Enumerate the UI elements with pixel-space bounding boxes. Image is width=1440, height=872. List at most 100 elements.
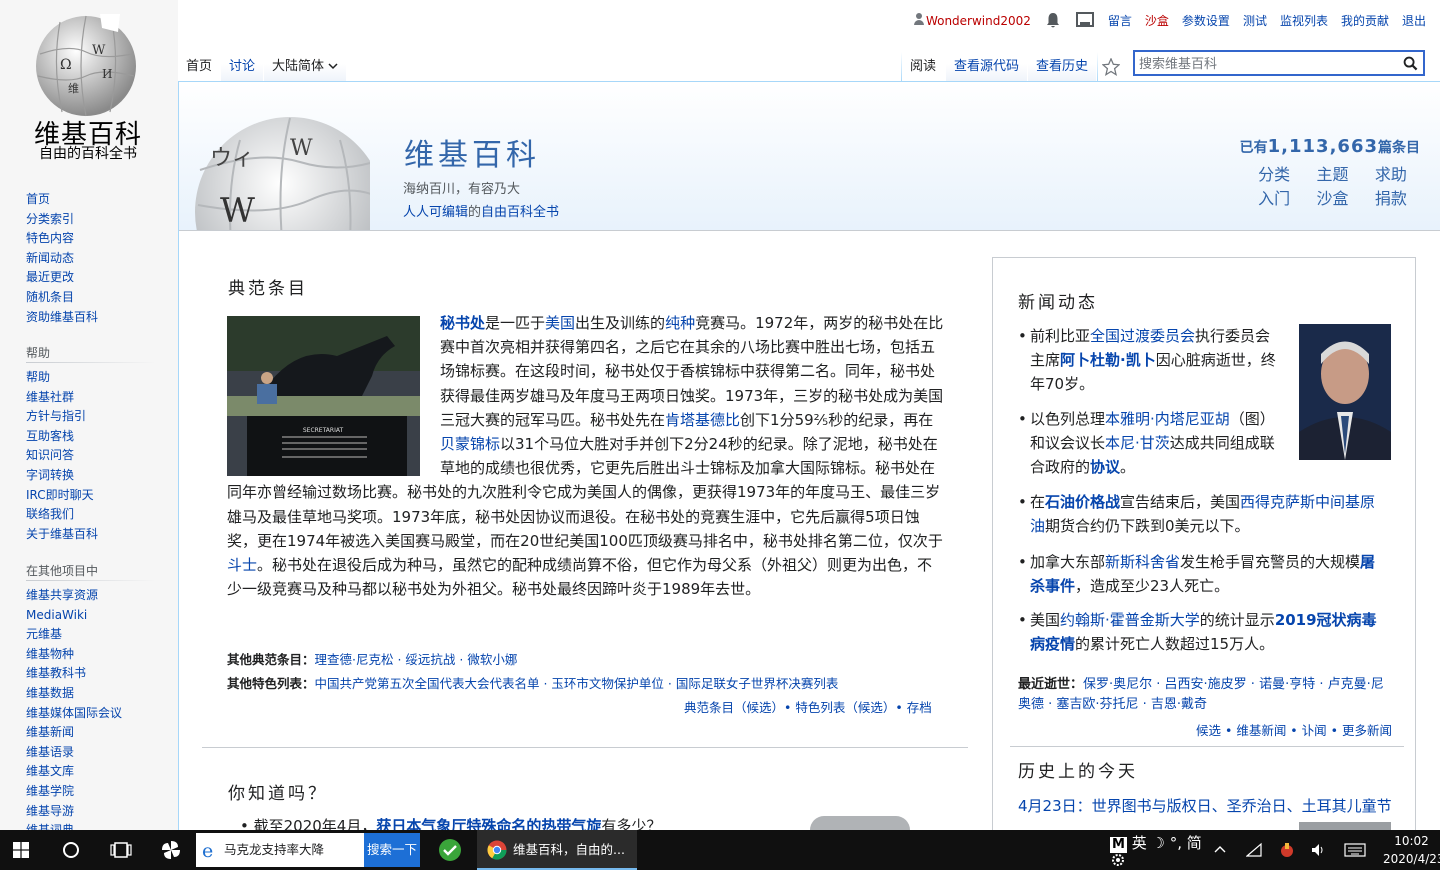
- sidebar-item[interactable]: 最近更改: [26, 268, 98, 288]
- security-tray-icon[interactable]: [1279, 841, 1295, 859]
- system-clock[interactable]: 10:02 2020/4/23: [1383, 832, 1440, 872]
- dyk-image[interactable]: [810, 816, 910, 830]
- sidebar-item[interactable]: 维基新闻: [26, 723, 122, 743]
- sidebar-item[interactable]: 随机条目: [26, 288, 98, 308]
- portal-link-sandbox[interactable]: 沙盒: [1303, 189, 1361, 209]
- sandbox-link[interactable]: 沙盒: [1145, 12, 1169, 29]
- link[interactable]: 美国: [545, 314, 575, 332]
- free-encyclopedia-link[interactable]: 自由百科全书: [481, 205, 559, 220]
- pinwheel-app-icon[interactable]: [160, 839, 182, 861]
- sidebar-item[interactable]: 维基媒体国际会议: [26, 704, 122, 724]
- netanyahu-photo[interactable]: [1299, 324, 1391, 460]
- tab-history[interactable]: 查看历史: [1028, 52, 1097, 82]
- link[interactable]: 斗士: [227, 556, 257, 574]
- link[interactable]: 新斯科舍省: [1105, 553, 1180, 571]
- sidebar-heading-other-projects[interactable]: 在其他项目中: [26, 562, 98, 579]
- sidebar-item[interactable]: 资助维基百科: [26, 308, 98, 328]
- count-number[interactable]: 1,113,663: [1268, 136, 1378, 157]
- other-lists-links[interactable]: 中国共产党第五次全国代表大会代表名单 · 玉环市文物保护单位 · 国际足联女子世…: [315, 676, 839, 691]
- ie-search-button[interactable]: 搜索一下: [364, 833, 420, 867]
- contributions-link[interactable]: 我的贡献: [1341, 12, 1389, 29]
- archive-links[interactable]: 典范条目（候选）• 特色列表（候选）• 存档: [684, 700, 932, 715]
- sidebar-item[interactable]: 特色内容: [26, 229, 98, 249]
- sidebar-item[interactable]: MediaWiki: [26, 606, 122, 626]
- portal-link-topics[interactable]: 主题: [1303, 165, 1361, 185]
- cortana-icon[interactable]: [62, 841, 80, 859]
- sidebar-item[interactable]: 知识问答: [26, 446, 98, 466]
- watchlist-link[interactable]: 监视列表: [1280, 12, 1328, 29]
- link[interactable]: 约翰斯·霍普金斯大学: [1060, 611, 1200, 629]
- search-input[interactable]: [1139, 55, 1389, 73]
- link[interactable]: 石油价格战: [1045, 493, 1120, 511]
- ime-settings-gear-icon[interactable]: [1111, 852, 1125, 868]
- tab-view-source[interactable]: 查看源代码: [946, 52, 1028, 82]
- sidebar-item[interactable]: 元维基: [26, 625, 122, 645]
- sidebar-item[interactable]: 联络我们: [26, 505, 98, 525]
- sidebar-item[interactable]: 首页: [26, 190, 98, 210]
- portal-link-help[interactable]: 求助: [1362, 165, 1420, 185]
- link[interactable]: 贝蒙锦标: [440, 435, 500, 453]
- search-icon[interactable]: [1403, 56, 1418, 71]
- sidebar-item[interactable]: 维基学院: [26, 782, 122, 802]
- ie-search-box[interactable]: e 马克龙支持率大降: [196, 833, 364, 867]
- link[interactable]: 肯塔基德比: [665, 411, 740, 429]
- keyboard-icon[interactable]: [1344, 843, 1366, 857]
- user-link[interactable]: Wonderwind2002: [913, 12, 1031, 28]
- sidebar-item[interactable]: 分类索引: [26, 210, 98, 230]
- logout-link[interactable]: 退出: [1402, 12, 1426, 29]
- link[interactable]: 全国过渡委员会: [1090, 327, 1195, 345]
- sidebar-item[interactable]: 字词转换: [26, 466, 98, 486]
- watch-star-icon[interactable]: [1102, 58, 1120, 76]
- news-footer-links[interactable]: 候选 • 维基新闻 • 讣闻 • 更多新闻: [1196, 723, 1392, 738]
- bell-icon[interactable]: [1044, 11, 1062, 29]
- otd-date-line[interactable]: 4月23日：世界图书与版权日、圣乔治日、土耳其儿童节: [1018, 795, 1392, 816]
- other-featured-links[interactable]: 理查德·尼克松 · 绥远抗战 · 微软小娜: [315, 652, 518, 667]
- link[interactable]: 本尼·甘茨: [1105, 434, 1170, 452]
- preferences-link[interactable]: 参数设置: [1182, 12, 1230, 29]
- sidebar-item[interactable]: 维基共享资源: [26, 586, 122, 606]
- otd-image[interactable]: [1299, 822, 1391, 830]
- task-view-icon[interactable]: [110, 841, 132, 859]
- sidebar-item[interactable]: 新闻动态: [26, 249, 98, 269]
- wifi-icon[interactable]: [1246, 842, 1262, 858]
- secretariat-statue-image[interactable]: SECRETARIAT: [227, 316, 420, 476]
- 360-browser-icon[interactable]: [438, 838, 462, 862]
- tab-talk[interactable]: 讨论: [221, 52, 264, 82]
- chrome-taskbar-button[interactable]: 维基百科，自由的...: [477, 830, 637, 870]
- portal-link-intro[interactable]: 入门: [1245, 189, 1303, 209]
- sidebar-item[interactable]: 方针与指引: [26, 407, 98, 427]
- link[interactable]: 阿卜杜勒·凯卜: [1060, 351, 1156, 369]
- link[interactable]: 本雅明·内塔尼亚胡: [1105, 410, 1230, 428]
- sidebar-item[interactable]: 互助客栈: [26, 427, 98, 447]
- talk-link[interactable]: 留言: [1108, 12, 1132, 29]
- tab-main-page[interactable]: 首页: [178, 52, 221, 82]
- sidebar-item[interactable]: 帮助: [26, 368, 98, 388]
- sidebar-item[interactable]: 关于维基百科: [26, 525, 98, 545]
- link[interactable]: 屠杀事件: [1030, 553, 1375, 595]
- tab-variant-dropdown[interactable]: 大陆简体: [264, 52, 346, 82]
- link-secretariat[interactable]: 秘书处: [440, 314, 485, 332]
- tray-icon[interactable]: [1075, 11, 1095, 29]
- sidebar-item[interactable]: 维基教科书: [26, 664, 122, 684]
- sidebar-item[interactable]: 维基导游: [26, 802, 122, 822]
- sidebar-heading-help[interactable]: 帮助: [26, 344, 50, 361]
- sidebar-item[interactable]: 维基语录: [26, 743, 122, 763]
- portal-link-donate[interactable]: 捐款: [1362, 189, 1420, 209]
- link[interactable]: 协议: [1090, 458, 1120, 476]
- ime-indicator[interactable]: M 英 ☽ °, 简: [1110, 832, 1202, 853]
- sidebar-item[interactable]: 维基数据: [26, 684, 122, 704]
- volume-icon[interactable]: [1310, 842, 1326, 858]
- anyone-can-edit-link[interactable]: 人人可编辑: [403, 205, 468, 220]
- wikipedia-logo[interactable]: Ω W И 维: [30, 14, 142, 119]
- sidebar-item[interactable]: 维基文库: [26, 762, 122, 782]
- username[interactable]: Wonderwind2002: [926, 14, 1031, 28]
- sidebar-item[interactable]: 维基社群: [26, 388, 98, 408]
- windows-start-icon[interactable]: [13, 842, 29, 858]
- dyk-link[interactable]: 获日本气象厅特殊命名的热带气旋: [376, 817, 601, 830]
- portal-link-categories[interactable]: 分类: [1245, 165, 1303, 185]
- sidebar-item[interactable]: IRC即时聊天: [26, 486, 98, 506]
- chevron-up-icon[interactable]: [1214, 844, 1226, 856]
- test-link[interactable]: 测试: [1243, 12, 1267, 29]
- sidebar-item[interactable]: 维基物种: [26, 645, 122, 665]
- tab-read[interactable]: 阅读: [902, 52, 945, 82]
